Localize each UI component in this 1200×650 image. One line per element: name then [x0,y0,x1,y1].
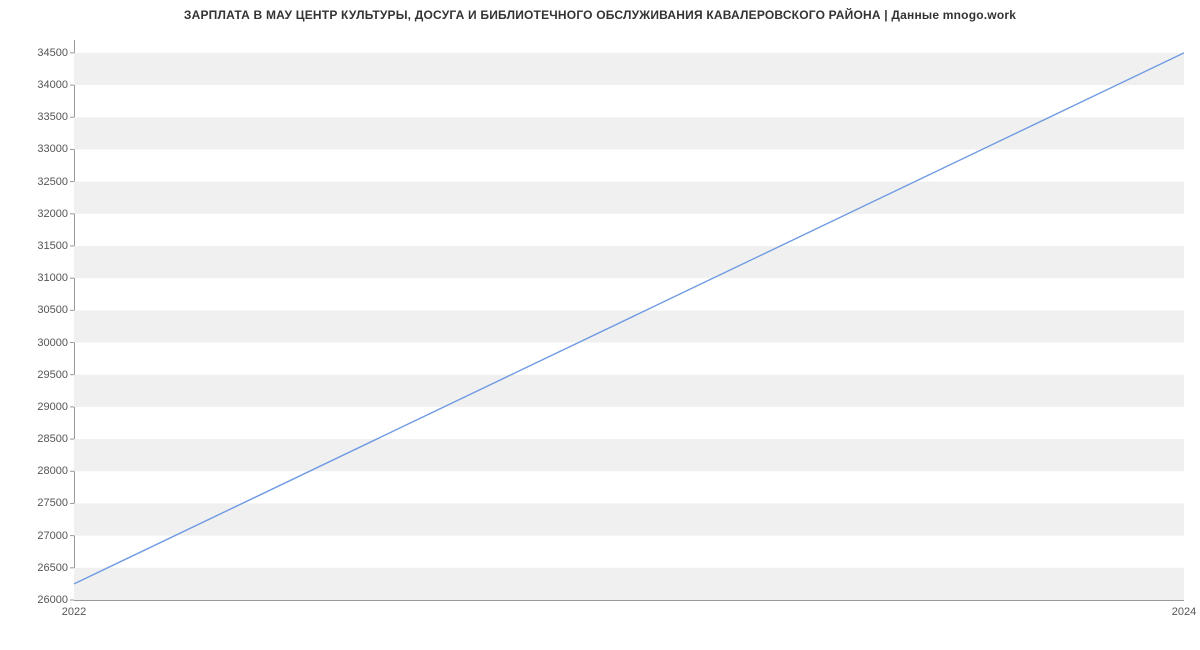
data-line [74,53,1184,584]
y-tick-label: 32000 [8,208,68,220]
y-tick-label: 31000 [8,272,68,284]
y-tick-label: 28000 [8,465,68,477]
y-tick-label: 33500 [8,111,68,123]
chart-container: ЗАРПЛАТА В МАУ ЦЕНТР КУЛЬТУРЫ, ДОСУГА И … [0,0,1200,650]
x-tick-label: 2024 [1172,606,1196,618]
y-tick-label: 31500 [8,240,68,252]
y-tick-label: 26000 [8,594,68,606]
x-axis-line [74,600,1184,601]
x-tick-label: 2022 [62,606,86,618]
plot-area [74,40,1184,600]
y-tick-label: 27500 [8,497,68,509]
y-tick-label: 29500 [8,369,68,381]
chart-title: ЗАРПЛАТА В МАУ ЦЕНТР КУЛЬТУРЫ, ДОСУГА И … [0,8,1200,22]
y-tick-label: 34500 [8,47,68,59]
y-tick-label: 28500 [8,433,68,445]
y-tick-label: 29000 [8,401,68,413]
y-tick-label: 34000 [8,79,68,91]
y-tick-label: 30000 [8,337,68,349]
y-tick-label: 30500 [8,304,68,316]
y-tick-label: 33000 [8,143,68,155]
line-svg [74,40,1184,600]
y-tick-label: 26500 [8,562,68,574]
y-tick-label: 27000 [8,530,68,542]
y-tick-label: 32500 [8,176,68,188]
